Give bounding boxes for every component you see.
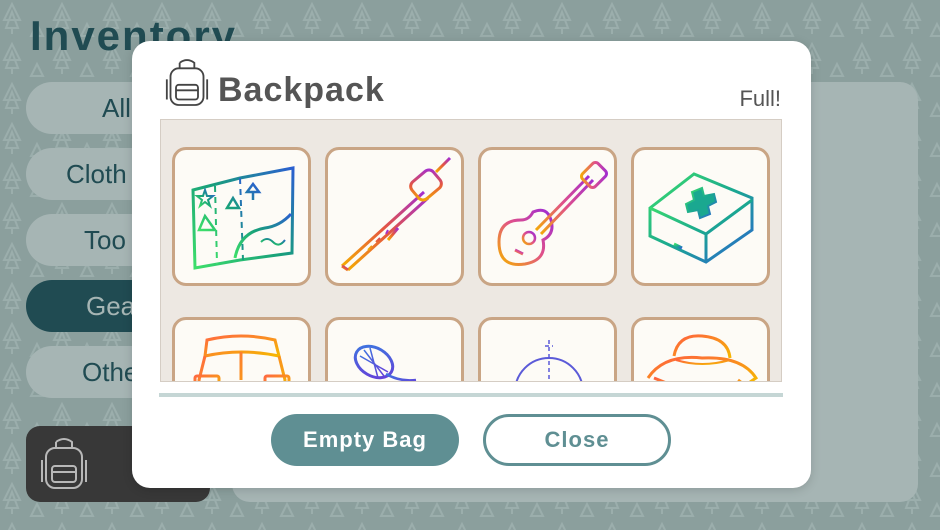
compass-icon [515, 340, 583, 381]
first-aid-kit-icon [648, 172, 754, 264]
close-button[interactable]: Close [483, 414, 671, 466]
modal-divider [159, 393, 783, 397]
capacity-status: Full! [739, 86, 781, 111]
item-slot-shorts[interactable] [172, 317, 311, 381]
item-slot-map[interactable] [172, 147, 311, 286]
item-slot-first-aid-kit[interactable] [631, 147, 770, 286]
item-slot-guitar[interactable] [478, 147, 617, 286]
item-slot-compass[interactable] [478, 317, 617, 381]
marshmallow-stick-icon [340, 156, 452, 272]
guitar-icon [497, 161, 608, 267]
hat-icon [646, 334, 759, 381]
item-slot-butterfly-net[interactable] [325, 317, 464, 381]
butterfly-net-icon [353, 344, 417, 381]
backpack-modal: Backpack Full! Empty Bag Close [132, 41, 811, 488]
backpack-icon [165, 59, 209, 106]
item-slot-safari-hat[interactable] [631, 317, 770, 381]
item-slot-marshmallow-stick[interactable] [325, 147, 464, 286]
shorts-icon [193, 334, 291, 381]
map-icon [191, 166, 295, 270]
item-grid[interactable] [160, 119, 782, 382]
empty-bag-button[interactable]: Empty Bag [271, 414, 459, 466]
modal-title: Backpack [218, 71, 385, 109]
